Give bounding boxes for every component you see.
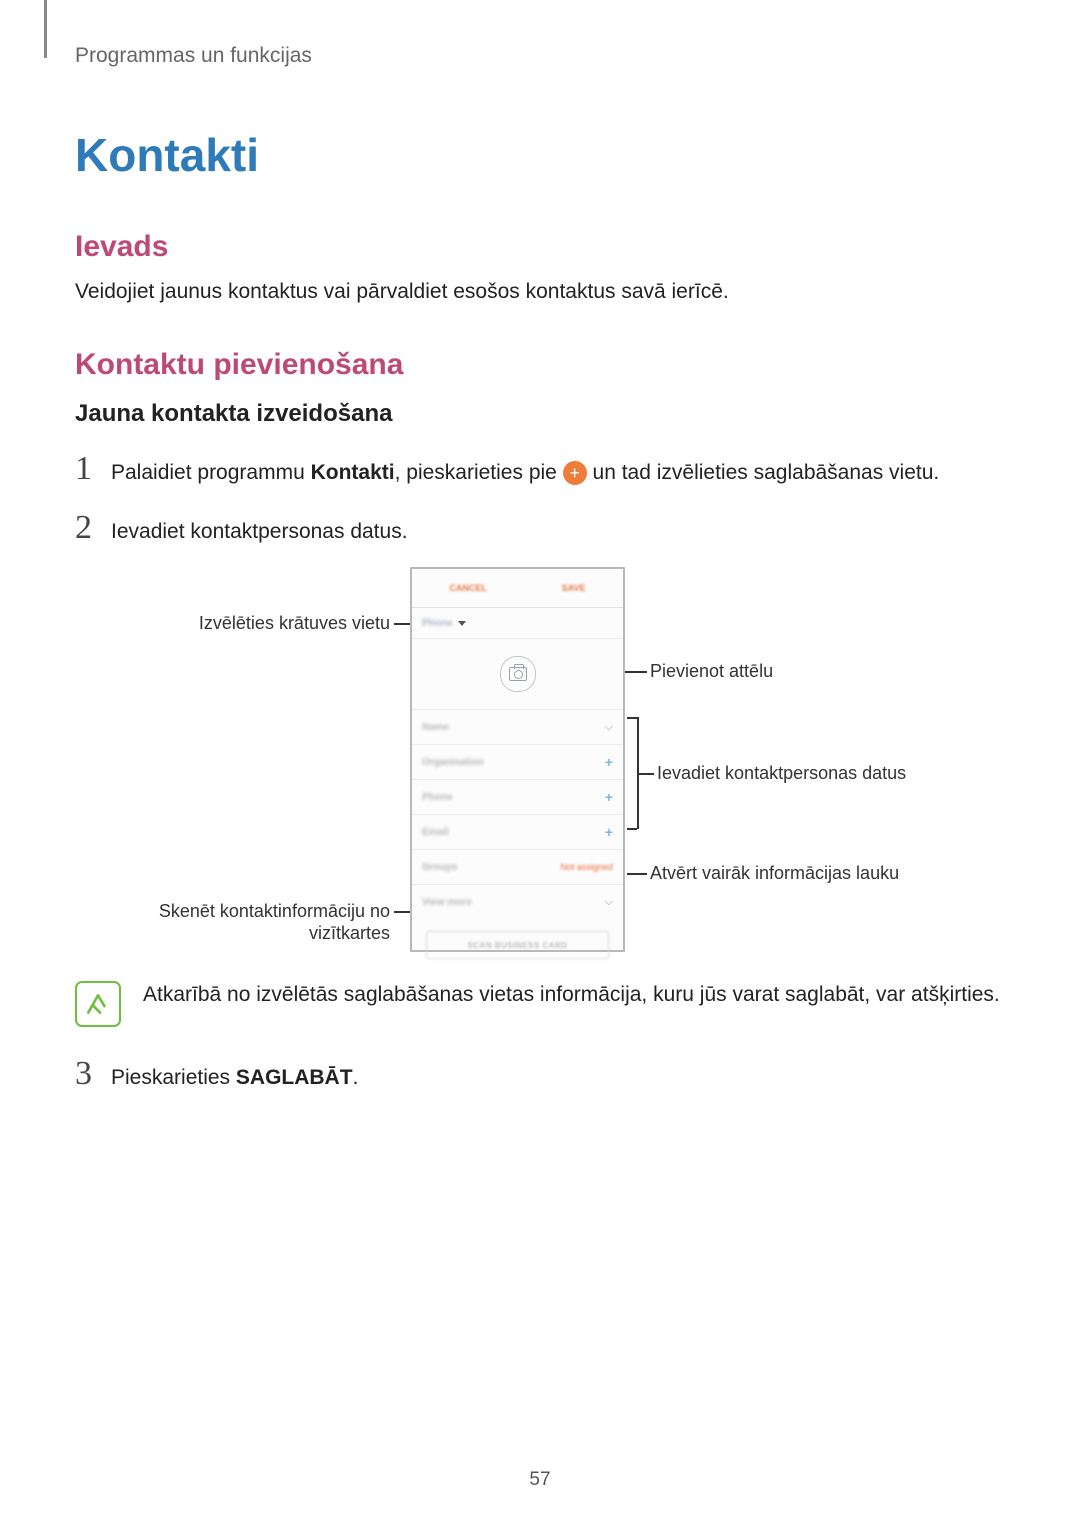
step3-text-bold: SAGLABĀT [236, 1066, 353, 1089]
organisation-field[interactable]: Organisation + [412, 745, 623, 780]
page-number: 57 [0, 1469, 1080, 1491]
photo-area[interactable] [412, 638, 623, 710]
storage-selector[interactable]: Phone [412, 608, 623, 638]
subsection-heading: Jauna kontakta izveidošana [75, 400, 1005, 428]
note-icon [75, 981, 121, 1027]
note-text: Atkarībā no izvēlētās saglabāšanas vieta… [143, 979, 1000, 1009]
scan-business-card-button[interactable]: SCAN BUSINESS CARD [426, 931, 609, 959]
chevron-down-icon: ⌵ [605, 896, 613, 909]
phone-topbar: CANCEL SAVE [412, 569, 623, 608]
margin-bar [44, 0, 47, 58]
step2-text: Ievadiet kontaktpersonas datus. [111, 517, 408, 547]
step3-text-post: . [353, 1066, 359, 1089]
callout-storage: Izvēlēties krātuves vietu [130, 613, 390, 634]
page-title: Kontakti [75, 128, 1005, 182]
step1-text-pre: Palaidiet programmu [111, 461, 311, 484]
add-icon[interactable]: + [605, 824, 613, 840]
phone-mockup: CANCEL SAVE Phone Name ⌵ Organisation + [410, 567, 625, 952]
add-icon[interactable]: + [605, 789, 613, 805]
groups-value: Not assigned [560, 862, 613, 872]
figure-area: Izvēlēties krātuves vietu Skenēt kontakt… [130, 567, 950, 957]
name-field[interactable]: Name ⌵ [412, 710, 623, 745]
step-2: 2 Ievadiet kontaktpersonas datus. [75, 509, 1005, 547]
breadcrumb: Programmas un funkcijas [75, 44, 1005, 68]
step1-text-bold: Kontakti [311, 461, 395, 484]
chevron-down-icon [458, 621, 466, 626]
storage-label: Phone [422, 618, 453, 629]
callout-scan-line2: vizītkartes [130, 923, 390, 944]
section-heading-intro: Ievads [75, 230, 1005, 264]
callout-photo: Pievienot attēlu [650, 661, 773, 682]
step-1: 1 Palaidiet programmu Kontakti, pieskari… [75, 450, 1005, 488]
step3-text-pre: Pieskarieties [111, 1066, 236, 1089]
step-number: 1 [75, 450, 111, 488]
info-note: Atkarībā no izvēlētās saglabāšanas vieta… [75, 979, 1005, 1027]
section-heading-add: Kontaktu pievienošana [75, 348, 1005, 382]
document-page: Programmas un funkcijas Kontakti Ievads … [0, 0, 1080, 1527]
camera-icon [509, 667, 527, 681]
chevron-down-icon: ⌵ [605, 721, 613, 734]
camera-button[interactable] [500, 656, 536, 692]
step-3: 3 Pieskarieties SAGLABĀT. [75, 1055, 1005, 1093]
step-number: 3 [75, 1055, 111, 1093]
add-icon[interactable]: + [605, 754, 613, 770]
save-button[interactable]: SAVE [562, 583, 586, 593]
view-more-row[interactable]: View more ⌵ [412, 885, 623, 919]
add-icon: + [563, 461, 587, 485]
step-number: 2 [75, 509, 111, 547]
callout-scan-line1: Skenēt kontaktinformāciju no [130, 901, 390, 922]
callout-details: Ievadiet kontaktpersonas datus [657, 763, 906, 784]
step1-text-post: un tad izvēlieties saglabāšanas vietu. [587, 461, 940, 484]
callout-more: Atvērt vairāk informācijas lauku [650, 863, 899, 884]
cancel-button[interactable]: CANCEL [449, 583, 487, 593]
groups-field[interactable]: Groups Not assigned [412, 850, 623, 885]
step1-text-mid: , pieskarieties pie [395, 461, 563, 484]
phone-field[interactable]: Phone + [412, 780, 623, 815]
intro-body: Veidojiet jaunus kontaktus vai pārvaldie… [75, 278, 1005, 306]
email-field[interactable]: Email + [412, 815, 623, 850]
